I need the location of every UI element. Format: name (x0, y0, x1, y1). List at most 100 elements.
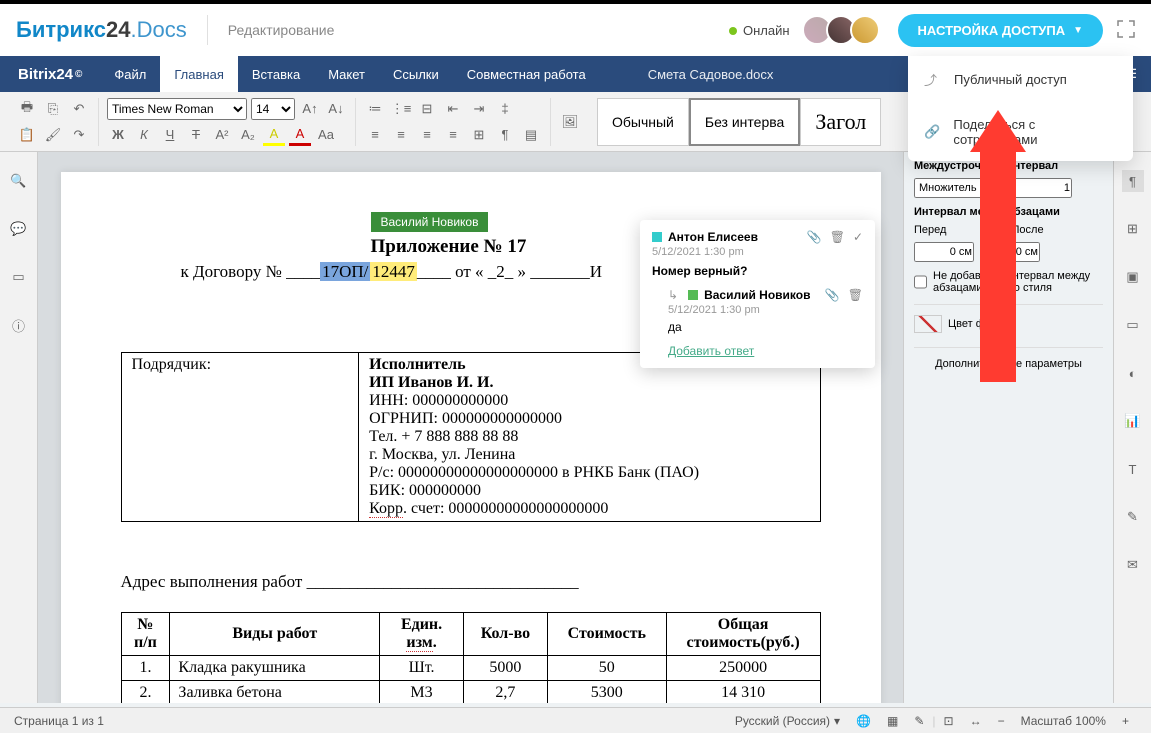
image-icon[interactable]: ▣ (1122, 266, 1144, 288)
chevron-down-icon: ▼ (1073, 25, 1083, 36)
fullscreen-icon[interactable] (1117, 20, 1135, 41)
redo-icon[interactable]: ↷ (68, 124, 90, 146)
space-after[interactable] (980, 242, 1040, 262)
status-dot-icon (729, 27, 737, 35)
para-settings-icon[interactable]: ¶ (1122, 170, 1144, 192)
super-icon[interactable]: A² (211, 124, 233, 146)
header-icon[interactable]: ▭ (1122, 314, 1144, 336)
indent-icon[interactable]: ⇥ (468, 98, 490, 120)
font-dec-icon[interactable]: A↓ (325, 98, 347, 120)
bold-icon[interactable]: Ж (107, 124, 129, 146)
align-left-icon[interactable]: ≡ (364, 124, 386, 146)
brush-icon[interactable]: 🖌 (42, 124, 64, 146)
resolve-icon[interactable]: ✓ (853, 230, 863, 244)
tab-collab[interactable]: Совместная работа (453, 56, 600, 92)
mail-icon[interactable]: ✉ (1122, 554, 1144, 576)
bullets-icon[interactable]: ≔ (364, 98, 386, 120)
copy-icon[interactable]: ⎘ (42, 98, 64, 120)
attach-icon[interactable]: 📎 (825, 288, 840, 302)
zoom-level[interactable]: Масштаб 100% (1013, 714, 1114, 728)
font-select[interactable]: Times New Roman (107, 98, 247, 120)
tab-home[interactable]: Главная (160, 56, 237, 92)
sub-icon[interactable]: A₂ (237, 124, 259, 146)
align-right-icon[interactable]: ≡ (416, 124, 438, 146)
italic-icon[interactable]: К (133, 124, 155, 146)
tab-file[interactable]: Файл (100, 56, 160, 92)
linespace-icon[interactable]: ‡ (494, 98, 516, 120)
right-rail: ¶ ⊞ ▣ ▭ ◐ 📊 T ✎ ✉ (1113, 152, 1151, 703)
works-table: № п/п Виды работ Един.изм. Кол-во Стоимо… (121, 612, 821, 703)
tab-insert[interactable]: Вставка (238, 56, 314, 92)
style-heading[interactable]: Загол (800, 98, 881, 146)
shape-icon[interactable]: ◐ (1122, 362, 1144, 384)
tab-links[interactable]: Ссылки (379, 56, 453, 92)
fontcolor-icon[interactable]: A (289, 124, 311, 146)
case-icon[interactable]: Aa (315, 124, 337, 146)
strike-icon[interactable]: Ŧ (185, 124, 207, 146)
add-reply-link[interactable]: Добавить ответ (668, 344, 863, 358)
signature-icon[interactable]: ✎ (1122, 506, 1144, 528)
parties-table: Подрядчик: Исполнитель ИП Иванов И. И. И… (121, 352, 821, 522)
table-icon[interactable]: ⊞ (1122, 218, 1144, 240)
app-brand: Bitrix24© (0, 66, 100, 83)
underline-icon[interactable]: Ч (159, 124, 181, 146)
attach-icon[interactable]: 📎 (807, 230, 822, 244)
share-colleagues-item[interactable]: 🔗 Поделиться с сотрудниками (908, 103, 1133, 161)
line-spacing-value[interactable] (1012, 178, 1072, 198)
delete-icon[interactable]: 🗑 (848, 288, 863, 302)
align-center-icon[interactable]: ≡ (390, 124, 412, 146)
highlight-icon[interactable]: A (263, 124, 285, 146)
chart-icon[interactable]: 📊 (1122, 410, 1144, 432)
zoom-out-icon[interactable]: − (990, 714, 1013, 728)
link-icon: 🔗 (924, 124, 941, 140)
canvas: Василий Новиков Приложение № 17 к Догово… (38, 152, 1113, 703)
zoom-in-icon[interactable]: + (1114, 714, 1137, 728)
workspace: 🔍 💬 ▭ ⓘ Василий Новиков Приложение № 17 … (0, 152, 1151, 703)
search-icon[interactable]: 🔍 (8, 170, 30, 192)
insert-pic-icon[interactable]: 🖼 (559, 111, 581, 133)
merge-icon[interactable]: ⊞ (468, 124, 490, 146)
language-selector[interactable]: Русский (Россия) ▾ (727, 714, 848, 728)
comments-icon[interactable]: 💬 (8, 218, 30, 240)
style-gallery: Обычный Без интерва Загол (597, 98, 881, 146)
dedent-icon[interactable]: ⇤ (442, 98, 464, 120)
style-nospace[interactable]: Без интерва (689, 98, 800, 146)
more-params-link[interactable]: Дополнительные параметры (914, 347, 1103, 370)
user-cursor-tag: Василий Новиков (371, 212, 489, 232)
delete-icon[interactable]: 🗑 (830, 230, 845, 244)
undo-icon[interactable]: ↶ (68, 98, 90, 120)
paste-icon[interactable]: 📋 (16, 124, 38, 146)
numbers-icon[interactable]: ⋮≡ (390, 98, 412, 120)
topbar: Битрикс24.Docs Редактирование Онлайн НАС… (0, 0, 1151, 56)
tab-layout[interactable]: Макет (314, 56, 379, 92)
line-spacing-type[interactable]: Множитель (914, 178, 1006, 198)
fit-width-icon[interactable]: ↔ (962, 714, 990, 728)
spellcheck-icon[interactable]: 🌐 (848, 714, 879, 728)
headings-icon[interactable]: ▭ (8, 266, 30, 288)
para-icon[interactable]: ¶ (494, 124, 516, 146)
avatar[interactable] (850, 15, 880, 45)
statusbar: Страница 1 из 1 Русский (Россия) ▾ 🌐 ▦ ✎… (0, 707, 1151, 733)
share-icon: ⤴ (924, 70, 942, 89)
trackchanges-icon[interactable]: ✎ (906, 714, 932, 728)
font-inc-icon[interactable]: A↑ (299, 98, 321, 120)
no-add-interval-checkbox[interactable] (914, 270, 927, 294)
space-before[interactable] (914, 242, 974, 262)
text-icon[interactable]: T (1122, 458, 1144, 480)
address-line: Адрес выполнения работ _________________… (121, 572, 821, 592)
align-justify-icon[interactable]: ≡ (442, 124, 464, 146)
public-access-item[interactable]: ⤴ Публичный доступ (908, 56, 1133, 103)
access-settings-button[interactable]: НАСТРОЙКА ДОСТУПА▼ (898, 14, 1103, 47)
spell-icon[interactable]: ▦ (879, 714, 906, 728)
bgcolor-swatch[interactable] (914, 315, 942, 333)
size-select[interactable]: 14 (251, 98, 295, 120)
style-normal[interactable]: Обычный (597, 98, 689, 146)
user-color-icon (688, 290, 698, 300)
print-icon[interactable]: 🖶 (16, 98, 38, 120)
shade-icon[interactable]: ▤ (520, 124, 542, 146)
document-title: Смета Садовое.docx (648, 67, 774, 82)
fit-page-icon[interactable]: ⊡ (936, 714, 962, 728)
multilist-icon[interactable]: ⊟ (416, 98, 438, 120)
info-icon[interactable]: ⓘ (8, 314, 30, 336)
access-dropdown: ⤴ Публичный доступ 🔗 Поделиться с сотруд… (908, 56, 1133, 161)
